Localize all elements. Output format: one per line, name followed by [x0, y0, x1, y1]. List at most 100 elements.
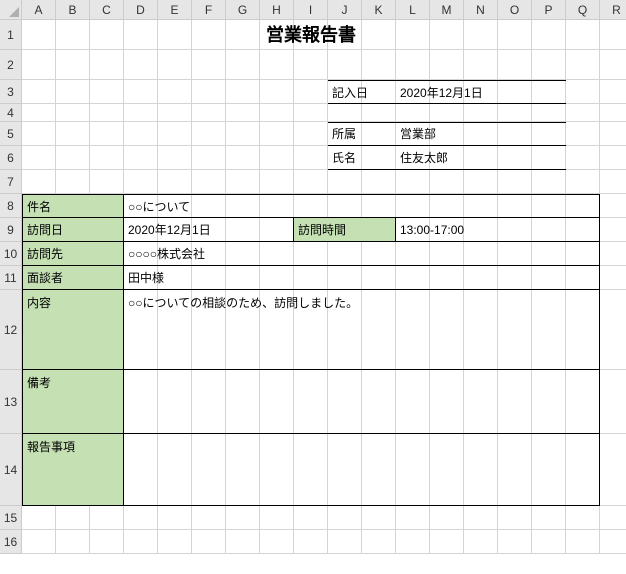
cell[interactable] — [396, 170, 430, 194]
cell[interactable] — [56, 80, 90, 104]
row-header-10[interactable]: 10 — [0, 242, 22, 266]
destination-value[interactable]: ○○○○株式会社 — [124, 242, 600, 266]
cell[interactable] — [124, 170, 158, 194]
cell[interactable] — [158, 50, 192, 80]
cell[interactable] — [226, 146, 260, 170]
row-header-11[interactable]: 11 — [0, 266, 22, 290]
cell[interactable] — [566, 104, 600, 122]
cell[interactable] — [328, 530, 362, 554]
cell[interactable] — [294, 506, 328, 530]
cell[interactable] — [328, 506, 362, 530]
cell[interactable] — [430, 170, 464, 194]
cell[interactable] — [90, 80, 124, 104]
cell[interactable] — [158, 80, 192, 104]
cell[interactable] — [600, 530, 626, 554]
cell[interactable] — [260, 170, 294, 194]
cell[interactable] — [158, 506, 192, 530]
content-value[interactable]: ○○についての相談のため、訪問しました。 — [124, 290, 600, 370]
cell[interactable] — [192, 146, 226, 170]
cell[interactable] — [56, 146, 90, 170]
cell[interactable] — [22, 170, 56, 194]
row-header-6[interactable]: 6 — [0, 146, 22, 170]
interviewee-value[interactable]: 田中様 — [124, 266, 600, 290]
column-header-R[interactable]: R — [600, 0, 626, 20]
cell[interactable] — [158, 170, 192, 194]
cell[interactable] — [90, 530, 124, 554]
cell[interactable] — [396, 506, 430, 530]
cell[interactable] — [226, 122, 260, 146]
name-value[interactable]: 住友太郎 — [396, 146, 566, 170]
cell[interactable] — [260, 50, 294, 80]
cell[interactable] — [600, 370, 626, 434]
cell[interactable] — [56, 530, 90, 554]
cell[interactable] — [600, 194, 626, 218]
cell[interactable] — [226, 80, 260, 104]
cell[interactable] — [362, 50, 396, 80]
cell[interactable] — [498, 170, 532, 194]
cell[interactable] — [124, 146, 158, 170]
column-header-M[interactable]: M — [430, 0, 464, 20]
row-header-16[interactable]: 16 — [0, 530, 22, 554]
visit-date-value[interactable]: 2020年12月1日 — [124, 218, 294, 242]
cell[interactable] — [158, 122, 192, 146]
cell[interactable] — [498, 506, 532, 530]
remarks-value[interactable] — [124, 370, 600, 434]
cell[interactable] — [600, 290, 626, 370]
cell[interactable] — [464, 506, 498, 530]
cell[interactable] — [260, 146, 294, 170]
cell[interactable] — [396, 530, 430, 554]
cell[interactable] — [362, 170, 396, 194]
cell[interactable] — [600, 50, 626, 80]
row-header-4[interactable]: 4 — [0, 104, 22, 122]
cell[interactable] — [56, 170, 90, 194]
cell[interactable] — [430, 50, 464, 80]
cell[interactable] — [566, 122, 600, 146]
cell[interactable] — [22, 122, 56, 146]
cell[interactable] — [430, 506, 464, 530]
cell[interactable] — [464, 170, 498, 194]
cell[interactable] — [294, 170, 328, 194]
column-header-E[interactable]: E — [158, 0, 192, 20]
column-header-P[interactable]: P — [532, 0, 566, 20]
cell[interactable] — [226, 170, 260, 194]
column-header-A[interactable]: A — [22, 0, 56, 20]
column-header-N[interactable]: N — [464, 0, 498, 20]
cell[interactable] — [532, 530, 566, 554]
cell[interactable] — [294, 50, 328, 80]
cell[interactable] — [328, 104, 362, 122]
cell[interactable] — [294, 530, 328, 554]
cell[interactable] — [158, 104, 192, 122]
column-header-D[interactable]: D — [124, 0, 158, 20]
row-header-13[interactable]: 13 — [0, 370, 22, 434]
cell[interactable] — [226, 50, 260, 80]
cell[interactable] — [566, 530, 600, 554]
cell[interactable] — [226, 506, 260, 530]
cell[interactable] — [90, 146, 124, 170]
cell[interactable] — [328, 170, 362, 194]
cell[interactable] — [464, 530, 498, 554]
cell[interactable] — [260, 80, 294, 104]
cell[interactable] — [294, 104, 328, 122]
cell[interactable] — [158, 146, 192, 170]
cell[interactable] — [158, 530, 192, 554]
row-header-7[interactable]: 7 — [0, 170, 22, 194]
cell[interactable] — [90, 170, 124, 194]
cell[interactable] — [226, 104, 260, 122]
cell[interactable] — [600, 104, 626, 122]
cell[interactable] — [260, 122, 294, 146]
cell[interactable] — [328, 50, 362, 80]
cell[interactable] — [566, 170, 600, 194]
cell[interactable] — [532, 506, 566, 530]
cell[interactable] — [22, 146, 56, 170]
cell[interactable] — [260, 530, 294, 554]
cell[interactable] — [124, 122, 158, 146]
cell[interactable] — [260, 104, 294, 122]
cell[interactable] — [498, 50, 532, 80]
row-header-12[interactable]: 12 — [0, 290, 22, 370]
cell[interactable] — [124, 506, 158, 530]
cell[interactable] — [22, 80, 56, 104]
cell[interactable] — [56, 104, 90, 122]
cell[interactable] — [124, 50, 158, 80]
cell[interactable] — [124, 530, 158, 554]
column-header-Q[interactable]: Q — [566, 0, 600, 20]
